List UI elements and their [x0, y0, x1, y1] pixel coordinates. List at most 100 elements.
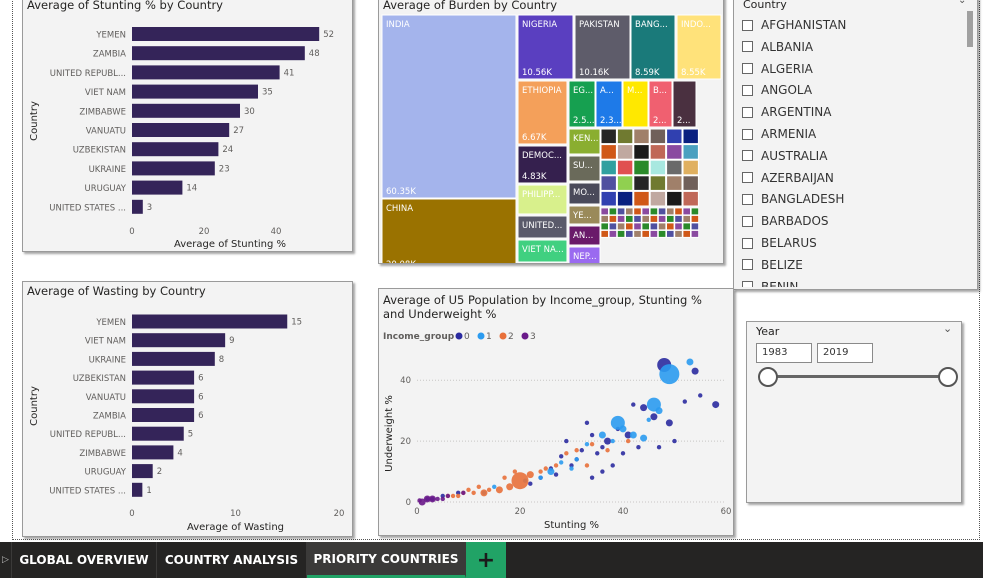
checkbox[interactable] — [742, 150, 753, 162]
country-slicer-item-label: AZERBAIJAN — [761, 170, 834, 185]
country-slicer-item[interactable]: ALBANIA — [742, 37, 813, 57]
bar-category-label: ZIMBABWE — [79, 449, 126, 459]
treemap-tile-small — [616, 144, 634, 160]
treemap-tile-small — [666, 190, 683, 207]
treemap-tile-small — [616, 175, 634, 191]
slicer-scrollbar[interactable] — [967, 11, 973, 47]
country-slicer-item[interactable]: ALGERIA — [742, 59, 813, 79]
checkbox[interactable] — [742, 106, 753, 118]
treemap-tile-label: DEMOC... — [522, 151, 562, 161]
u5-population-scatter[interactable]: Average of U5 Population by Income_group… — [378, 288, 734, 536]
scatter-point — [569, 466, 574, 471]
scatter-point — [538, 475, 543, 480]
country-slicer-item[interactable]: BANGLADESH — [742, 189, 844, 209]
checkbox[interactable] — [742, 259, 753, 271]
checkbox[interactable] — [742, 41, 753, 53]
scatter-point — [528, 481, 533, 486]
year-slicer[interactable]: Year ⌄ 1983 2019 — [746, 321, 962, 503]
treemap-tile-small — [600, 230, 609, 238]
scatter-point — [619, 425, 627, 433]
country-slicer-item-label: AUSTRALIA — [761, 148, 828, 163]
treemap-tile-small — [666, 144, 683, 160]
treemap-tile-label: CHINA — [386, 204, 413, 214]
year-to-input[interactable]: 2019 — [817, 343, 873, 363]
bar-category-label: UZBEKISTAN — [73, 374, 126, 384]
checkbox[interactable] — [742, 84, 753, 96]
country-slicer-item[interactable]: ARMENIA — [742, 124, 816, 144]
country-slicer-item[interactable]: ANGOLA — [742, 80, 812, 100]
treemap-tile-small — [641, 215, 650, 223]
treemap-tile-small — [600, 128, 617, 145]
year-slider-handle-start[interactable] — [758, 367, 778, 387]
scatter-point — [589, 432, 595, 438]
stunting-bar-chart[interactable]: Average of Stunting % by Country YEMEN 52… — [22, 0, 353, 252]
checkbox[interactable] — [742, 128, 753, 140]
checkbox[interactable] — [742, 281, 753, 287]
treemap-tile-label: KEN... — [573, 134, 598, 144]
country-slicer[interactable]: Country ⌄ AFGHANISTAN ALBANIA ALGERIA ANGOL… — [733, 0, 978, 290]
bar — [132, 199, 143, 214]
treemap-tile-label: INDIA — [386, 20, 410, 30]
treemap-tile-value: 2.5... — [573, 116, 595, 126]
bar-data-label: 4 — [177, 448, 182, 458]
bar-data-label: 14 — [186, 184, 197, 194]
treemap-tile-small — [666, 207, 675, 216]
checkbox[interactable] — [742, 172, 753, 184]
bar-category-label: UNITED REPUBL... — [50, 430, 126, 440]
year-slider-handle-end[interactable] — [938, 367, 958, 387]
treemap-tile-label: ETHIOPIA — [522, 86, 562, 96]
tab-priority-countries[interactable]: PRIORITY COUNTRIES — [307, 542, 466, 578]
checkbox[interactable] — [742, 215, 753, 227]
burden-treemap[interactable]: Average of Burden by Country INDIA 60.35K… — [378, 0, 724, 264]
add-page-button[interactable]: + — [466, 542, 506, 578]
scatter-point — [461, 490, 466, 496]
treemap-tile-small — [616, 215, 626, 223]
checkbox[interactable] — [742, 63, 753, 75]
scatter-point — [564, 451, 569, 456]
treemap-tile-label: AN... — [573, 231, 593, 241]
tab-global-overview[interactable]: GLOBAL OVERVIEW — [12, 542, 157, 578]
country-slicer-item[interactable]: AZERBAIJAN — [742, 168, 834, 188]
year-from-input[interactable]: 1983 — [756, 343, 812, 363]
scatter-point — [600, 469, 605, 474]
treemap-tile-small — [633, 215, 642, 223]
bar-category-label: UKRAINE — [89, 165, 126, 175]
bar-category-label: URUGUAY — [84, 468, 126, 478]
treemap-tile-small — [682, 128, 699, 145]
treemap-tile-value: 8.55K — [681, 68, 706, 78]
chevron-down-icon[interactable]: ⌄ — [943, 322, 952, 335]
country-slicer-item[interactable]: BELIZE — [742, 255, 803, 275]
country-slicer-item[interactable]: AFGHANISTAN — [742, 15, 846, 35]
treemap-tile-small — [641, 222, 650, 231]
bar-category-label: VIET NAM — [85, 337, 126, 347]
bar — [132, 84, 258, 99]
chevron-down-icon[interactable]: ⌄ — [958, 0, 966, 6]
x-tick-label: 20 — [515, 507, 526, 517]
bar — [132, 389, 195, 404]
country-slicer-item[interactable]: AUSTRALIA — [742, 146, 827, 166]
checkbox[interactable] — [742, 193, 753, 205]
treemap-tile-small — [633, 190, 650, 207]
checkbox[interactable] — [742, 19, 753, 31]
country-slicer-item[interactable]: BELARUS — [742, 233, 817, 253]
tab-country-analysis[interactable]: COUNTRY ANALYSIS — [157, 542, 307, 578]
checkbox[interactable] — [742, 237, 753, 249]
country-slicer-item[interactable]: ARGENTINA — [742, 102, 831, 122]
treemap-tile-small — [600, 215, 609, 223]
treemap-tile-small — [666, 159, 683, 176]
treemap-tile-small — [666, 175, 683, 191]
treemap-tile-label: SU... — [573, 161, 593, 171]
treemap-tile-label: M... — [627, 86, 642, 96]
treemap-tile-small — [616, 128, 634, 145]
country-slicer-item[interactable]: BENIN — [742, 277, 798, 287]
bar — [132, 65, 280, 80]
country-slicer-item-label: BELARUS — [761, 236, 817, 250]
wasting-bar-chart[interactable]: Average of Wasting by Country YEMEN 15 VIE… — [22, 281, 353, 537]
bar-category-label: VIET NAM — [85, 88, 126, 98]
year-slicer-title: Year — [756, 325, 780, 338]
treemap-tile-small — [600, 175, 617, 191]
scatter-point — [574, 448, 579, 453]
treemap-tile-small — [674, 230, 683, 238]
country-slicer-item[interactable]: BARBADOS — [742, 211, 829, 231]
tab-scroll-left-icon[interactable]: ▷ — [0, 542, 12, 578]
